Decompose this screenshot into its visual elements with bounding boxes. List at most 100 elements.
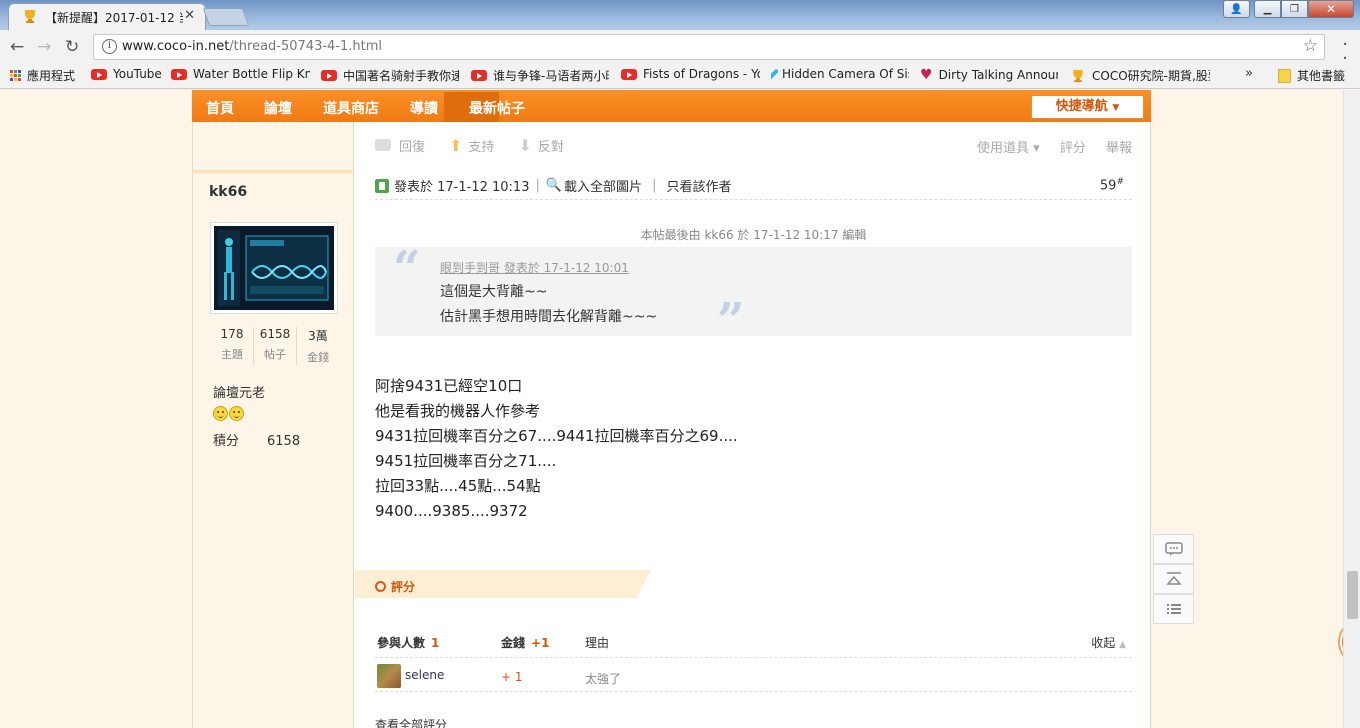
- rater-name[interactable]: selene: [405, 668, 444, 682]
- sidebar-divider: [193, 170, 354, 173]
- trophy-favicon-icon: [25, 10, 35, 23]
- thumbs-up-icon: ⬆: [449, 135, 463, 155]
- quote-line: 這個是大背離~~: [440, 284, 548, 300]
- nav-forum[interactable]: 論壇: [264, 98, 292, 118]
- reply-button[interactable]: 回復: [375, 136, 425, 155]
- online-status-icon: [375, 178, 389, 193]
- circle-icon: [375, 581, 386, 592]
- youtube-icon: [91, 68, 107, 80]
- youtube-icon: [621, 68, 637, 80]
- rate-button[interactable]: 評分: [1060, 141, 1086, 156]
- tab-active[interactable]: 【新提醒】2017-01-12 当 ✕: [8, 3, 206, 30]
- floating-tools: [1153, 534, 1194, 624]
- rater-reason: 太強了: [585, 672, 622, 686]
- new-tab-button[interactable]: [202, 8, 250, 26]
- close-window-icon[interactable]: ✕: [1308, 0, 1354, 18]
- separator: |: [535, 178, 540, 193]
- info-icon[interactable]: i: [102, 39, 117, 54]
- avatar[interactable]: [210, 222, 338, 314]
- user-credit: 積分 6158: [213, 434, 301, 449]
- collapse-rating-button[interactable]: 收起 ▲: [1091, 634, 1126, 651]
- body-line: 他是看我的機器人作參考: [375, 402, 541, 420]
- apps-icon: [10, 70, 21, 81]
- quick-nav-button[interactable]: 快捷導航 ▼: [1031, 95, 1144, 119]
- floor-number[interactable]: 59#: [1100, 177, 1124, 193]
- oppose-button[interactable]: ⬇ 反對: [518, 136, 563, 155]
- bookmark-archery[interactable]: 中国著名骑射手教你速: [321, 67, 459, 84]
- separator: |: [652, 178, 657, 193]
- use-tool-button[interactable]: 使用道具 ▾: [961, 141, 1040, 156]
- address-bar[interactable]: i www.coco-in.net/thread-50743-4-1.html …: [93, 34, 1325, 60]
- quote-line: 估計黑手想用時間去化解背離~~~: [440, 309, 658, 325]
- window-controls: 👤 ▁ ❐ ✕: [1223, 0, 1354, 18]
- body-line: 9400....9385....9372: [375, 502, 528, 520]
- post-actions: 回復 ⬆ 支持 ⬇ 反對 使用道具 ▾ 評分 舉報: [375, 132, 1132, 158]
- bookmark-water-bottle[interactable]: Water Bottle Flip Knife: [171, 67, 310, 81]
- avatar-image: [214, 226, 334, 310]
- back-icon[interactable]: ←: [10, 37, 24, 57]
- bookmarks-bar: 應用程式 YouTube Water Bottle Flip Knife 中国著…: [0, 63, 1360, 89]
- quote-source-link[interactable]: 眼到手到哥 發表於 17-1-12 10:01: [440, 259, 629, 276]
- rating-row: selene + 1 太強了: [375, 662, 1132, 692]
- bookmark-apps[interactable]: 應用程式: [10, 67, 82, 84]
- bookmark-dirty-talking[interactable]: ♥ Dirty Talking Announce: [920, 67, 1058, 83]
- only-author-link[interactable]: 只看該作者: [666, 176, 731, 195]
- reload-icon[interactable]: ↻: [65, 37, 79, 57]
- bookmark-hidden-camera[interactable]: Hidden Camera Of Sis: [771, 67, 909, 81]
- rank-stars: [213, 406, 244, 421]
- tab-title: 【新提醒】2017-01-12 当: [45, 11, 183, 25]
- smiley-icon: [213, 406, 228, 421]
- coco-icon: [1073, 69, 1083, 82]
- heart-icon: ♥: [920, 67, 933, 83]
- rater-avatar[interactable]: [377, 664, 401, 688]
- post-main: 回復 ⬆ 支持 ⬇ 反對 使用道具 ▾ 評分 舉報 發表於 17-1-12 10…: [355, 122, 1152, 728]
- quick-reply-icon[interactable]: [1153, 534, 1194, 564]
- reason-header: 理由: [585, 636, 610, 650]
- page-scrollbar[interactable]: [1343, 90, 1360, 728]
- body-line: 9451拉回機率百分之71....: [375, 452, 557, 470]
- bookmark-star-icon[interactable]: ☆: [1303, 36, 1318, 56]
- nav-home[interactable]: 首頁: [206, 98, 234, 118]
- rating-title: 評分: [375, 578, 415, 595]
- bookmark-other[interactable]: 其他書籤: [1278, 67, 1350, 84]
- support-button[interactable]: ⬆ 支持: [449, 136, 494, 155]
- magnifier-icon: 🔍: [545, 178, 563, 193]
- back-to-top-icon[interactable]: [1153, 564, 1194, 594]
- scrollbar-thumb[interactable]: [1347, 571, 1358, 619]
- body-line: 拉回33點....45點...54點: [375, 477, 541, 495]
- author-name[interactable]: kk66: [209, 184, 247, 200]
- money-total: 金錢 +1: [501, 636, 550, 650]
- report-button[interactable]: 舉報: [1106, 141, 1132, 156]
- comment-icon: [375, 139, 391, 151]
- nav-shop[interactable]: 道具商店: [323, 98, 379, 118]
- user-rank[interactable]: 論壇元老: [213, 382, 265, 401]
- stat-posts[interactable]: 6158 帖子: [254, 327, 297, 365]
- bookmark-youtube[interactable]: YouTube: [91, 67, 166, 81]
- bookmarks-more-icon[interactable]: »: [1245, 66, 1253, 81]
- stat-money[interactable]: 3萬 金錢: [297, 327, 339, 365]
- tab-close-icon[interactable]: ✕: [184, 8, 195, 23]
- forward-icon[interactable]: →: [37, 37, 51, 57]
- edit-note: 本帖最後由 kk66 於 17-1-12 10:17 編輯: [640, 228, 867, 242]
- post-container: kk66 178 主題 6158 帖子 3萬 金錢 論壇元老 積分 6158 回…: [192, 122, 1151, 728]
- bookmark-coco[interactable]: COCO研究院-期貨,股票: [1070, 67, 1210, 84]
- post-meta-bar: 發表於 17-1-12 10:13 | 🔍 載入全部圖片 | 只看該作者 59#: [375, 172, 1132, 200]
- load-images-link[interactable]: 載入全部圖片: [564, 176, 642, 195]
- forum-nav: 首頁 論壇 道具商店 導讀 最新帖子 快捷導航 ▼: [192, 90, 1151, 122]
- bookmark-horse[interactable]: 谁与争锋-马语者两小时: [471, 67, 609, 84]
- stat-threads[interactable]: 178 主題: [211, 327, 254, 365]
- quote-open-icon: “: [393, 241, 421, 297]
- view-all-ratings-link[interactable]: 查看全部評分: [375, 716, 447, 728]
- body-line: 9431拉回機率百分之67....9441拉回機率百分之69....: [375, 427, 738, 445]
- bookmark-fists-of-dragons[interactable]: Fists of Dragons - You: [621, 67, 760, 81]
- post-tools: 使用道具 ▾ 評分 舉報: [945, 137, 1132, 156]
- maximize-icon[interactable]: ❐: [1281, 0, 1308, 18]
- author-sidebar: kk66 178 主題 6158 帖子 3萬 金錢 論壇元老 積分 6158: [193, 122, 354, 728]
- url-text[interactable]: www.coco-in.net/thread-50743-4-1.html: [122, 39, 382, 54]
- thumbs-down-icon: ⬇: [518, 135, 532, 155]
- nav-guide[interactable]: 導讀: [410, 98, 438, 118]
- nav-latest[interactable]: 最新帖子: [469, 98, 525, 118]
- minimize-icon[interactable]: ▁: [1254, 0, 1281, 18]
- user-icon[interactable]: 👤: [1223, 0, 1250, 18]
- list-icon[interactable]: [1153, 594, 1194, 624]
